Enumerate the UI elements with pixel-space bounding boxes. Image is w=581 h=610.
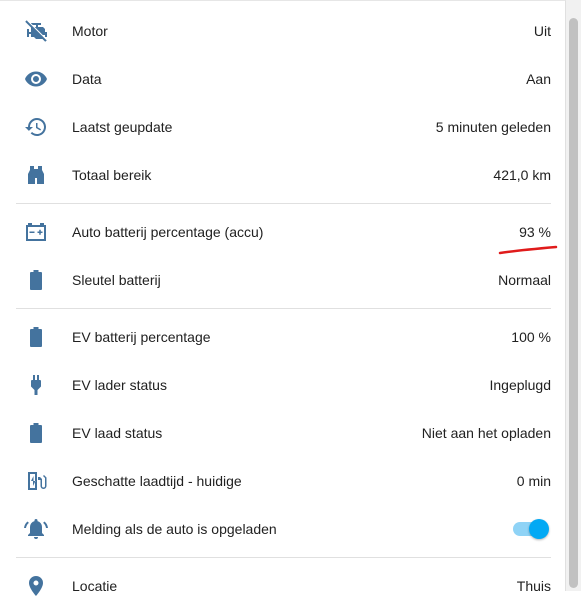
entity-label: Motor — [72, 23, 108, 39]
entity-row-locatie[interactable]: Locatie Thuis — [0, 562, 566, 610]
entity-row-ev-lader-status[interactable]: EV lader status Ingeplugd — [0, 361, 566, 409]
history-icon — [20, 113, 52, 141]
entity-value: Aan — [526, 71, 551, 87]
entity-value: 0 min — [516, 473, 551, 489]
entity-row-melding-opgeladen: Melding als de auto is opgeladen — [0, 505, 566, 553]
eye-icon — [20, 65, 52, 93]
entity-value: Ingeplugd — [489, 377, 551, 393]
entity-value: Normaal — [498, 272, 551, 288]
entity-value: Niet aan het opladen — [421, 425, 551, 441]
notify-charged-toggle[interactable] — [511, 519, 549, 539]
entity-value: 421,0 km — [493, 167, 551, 183]
entity-value: Thuis — [516, 578, 551, 594]
entity-label: Totaal bereik — [72, 167, 152, 183]
entity-value: Uit — [533, 23, 551, 39]
section-divider — [16, 557, 551, 558]
entity-label: Locatie — [72, 578, 118, 594]
entity-row-totaal-bereik[interactable]: Totaal bereik 421,0 km — [0, 151, 566, 199]
entity-label: Laatst geupdate — [72, 119, 173, 135]
entity-row-sleutel-batterij[interactable]: Sleutel batterij Normaal — [0, 256, 566, 304]
annotation-underline — [498, 245, 558, 255]
entity-row-ev-laad-status[interactable]: EV laad status Niet aan het opladen — [0, 409, 566, 457]
entity-label: EV laad status — [72, 425, 163, 441]
entity-row-auto-batterij-percentage[interactable]: Auto batterij percentage (accu) 93 % — [0, 208, 566, 256]
battery-icon — [20, 419, 52, 447]
entity-label: Sleutel batterij — [72, 272, 161, 288]
scrollbar-thumb[interactable] — [569, 18, 578, 588]
map-marker-icon — [20, 572, 52, 600]
entity-value: 5 minuten geleden — [435, 119, 551, 135]
power-plug-icon — [20, 371, 52, 399]
entity-label: Melding als de auto is opgeladen — [72, 521, 277, 537]
engine-off-icon — [20, 17, 52, 45]
section-divider — [16, 308, 551, 309]
ev-station-icon — [20, 467, 52, 495]
entity-value: 100 % — [511, 329, 551, 345]
entity-row-data[interactable]: Data Aan — [0, 55, 566, 103]
entity-label: Auto batterij percentage (accu) — [72, 224, 264, 240]
battery-icon — [20, 323, 52, 351]
toggle-thumb — [529, 519, 549, 539]
entity-label: Geschatte laadtijd - huidige — [72, 473, 242, 489]
battery-icon — [20, 266, 52, 294]
entity-row-motor[interactable]: Motor Uit — [0, 7, 566, 55]
entity-row-ev-batterij-percentage[interactable]: EV batterij percentage 100 % — [0, 313, 566, 361]
scrollbar[interactable] — [566, 0, 581, 591]
entity-label: Data — [72, 71, 102, 87]
entity-row-geschatte-laadtijd[interactable]: Geschatte laadtijd - huidige 0 min — [0, 457, 566, 505]
entities-card: Motor Uit Data Aan Laatst geupdate 5 min… — [0, 0, 566, 596]
entity-row-laatst-geupdate[interactable]: Laatst geupdate 5 minuten geleden — [0, 103, 566, 151]
car-battery-icon — [20, 218, 52, 246]
binoculars-icon — [20, 161, 52, 189]
entity-label: EV lader status — [72, 377, 167, 393]
entity-label: EV batterij percentage — [72, 329, 211, 345]
bell-ring-icon — [20, 515, 52, 543]
section-divider — [16, 203, 551, 204]
